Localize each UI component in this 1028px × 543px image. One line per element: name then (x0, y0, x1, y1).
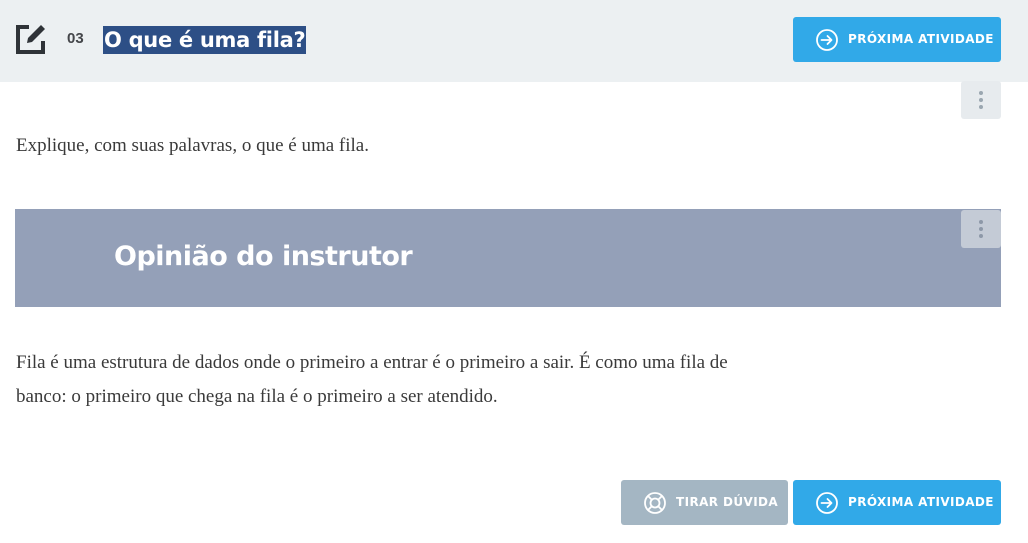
instructor-opinion-banner: Opinião do instrutor (15, 209, 1001, 307)
next-activity-label: PRÓXIMA ATIVIDADE (848, 32, 994, 46)
instructor-answer-line: banco: o primeiro que chega na fila é o … (16, 386, 498, 407)
instructor-answer: Fila é uma estrutura de dados onde o pri… (16, 346, 876, 414)
instructor-opinion-heading: Opinião do instrutor (114, 241, 413, 272)
next-activity-button[interactable]: PRÓXIMA ATIVIDADE (793, 17, 1001, 62)
lifebuoy-icon (644, 492, 666, 514)
kebab-dot (979, 91, 983, 95)
question-text: Explique, com suas palavras, o que é uma… (16, 135, 369, 156)
ask-question-label: TIRAR DÚVIDA (676, 495, 779, 509)
ask-question-button[interactable]: TIRAR DÚVIDA (621, 480, 788, 525)
kebab-dot (979, 105, 983, 109)
next-activity-label: PRÓXIMA ATIVIDADE (848, 495, 994, 509)
next-activity-button-bottom[interactable]: PRÓXIMA ATIVIDADE (793, 480, 1001, 525)
arrow-right-circle-icon (816, 492, 838, 514)
instructor-options-menu-button[interactable] (961, 210, 1001, 248)
kebab-dot (979, 234, 983, 238)
kebab-dot (979, 227, 983, 231)
task-number: 03 (67, 30, 84, 47)
edit-icon (16, 25, 45, 54)
kebab-dot (979, 220, 983, 224)
instructor-answer-line: Fila é uma estrutura de dados onde o pri… (16, 352, 728, 373)
options-menu-button[interactable] (961, 81, 1001, 119)
arrow-right-circle-icon (816, 29, 838, 51)
kebab-dot (979, 98, 983, 102)
page-title: O que é uma fila? (103, 26, 307, 54)
activity-header: 03 O que é uma fila? PRÓXIMA ATIVIDADE (0, 0, 1028, 82)
